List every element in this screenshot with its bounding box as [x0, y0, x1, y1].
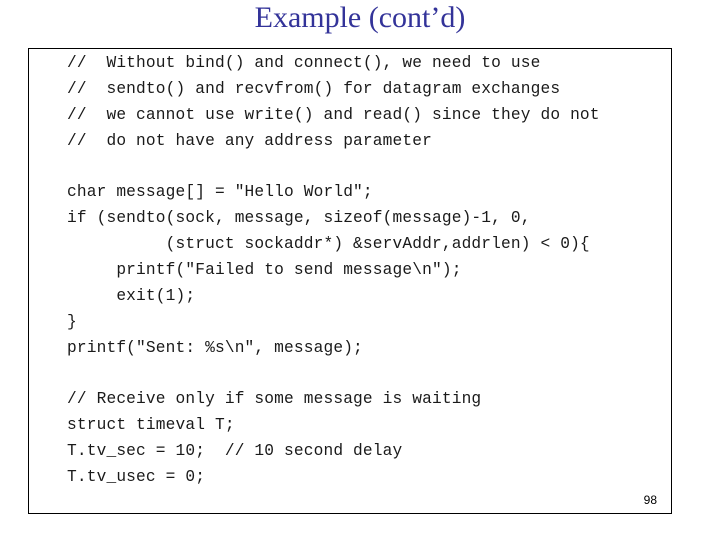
- code-line-comment-4: // do not have any address parameter: [67, 132, 432, 150]
- code-line-send-4: printf("Failed to send message\n");: [67, 261, 462, 279]
- code-line-comment-3: // we cannot use write() and read() sinc…: [67, 106, 600, 124]
- code-line-receive-2: struct timeval T;: [67, 416, 235, 434]
- code-line-send-7: printf("Sent: %s\n", message);: [67, 339, 363, 357]
- code-line-comment-1: // Without bind() and connect(), we need…: [67, 54, 541, 72]
- code-line-send-2: if (sendto(sock, message, sizeof(message…: [67, 209, 531, 227]
- code-line-receive-4: T.tv_usec = 0;: [67, 468, 206, 486]
- code-line-receive-3: T.tv_sec = 10; // 10 second delay: [67, 442, 403, 460]
- code-line-send-1: char message[] = "Hello World";: [67, 183, 373, 201]
- code-line-send-5: exit(1);: [67, 287, 196, 305]
- code-line-comment-2: // sendto() and recvfrom() for datagram …: [67, 80, 561, 98]
- slide-title: Example (cont’d): [254, 1, 466, 34]
- code-box: // Without bind() and connect(), we need…: [28, 48, 672, 514]
- code-line-send-6: }: [67, 313, 77, 331]
- code-line-receive-1: // Receive only if some message is waiti…: [67, 390, 482, 408]
- page-number: 98: [643, 493, 657, 507]
- code-line-send-3: (struct sockaddr*) &servAddr,addrlen) < …: [67, 235, 590, 253]
